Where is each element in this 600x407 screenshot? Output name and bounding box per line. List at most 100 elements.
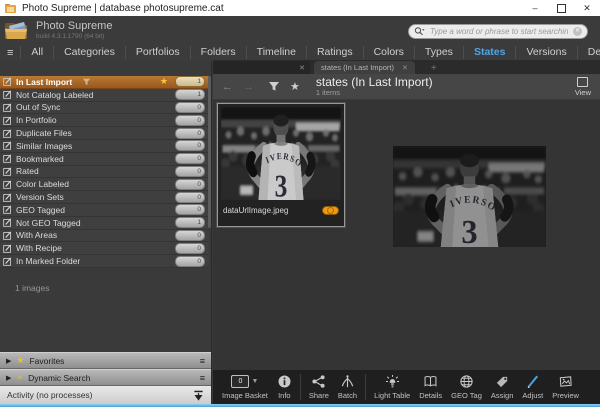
light-table-button[interactable]: Light Table bbox=[370, 370, 414, 404]
color-label-ring-icon bbox=[327, 207, 334, 214]
filter-row-not-catalog-labeled[interactable]: Not Catalog Labeled 1 bbox=[0, 89, 209, 102]
back-arrow-icon[interactable]: ← bbox=[222, 81, 233, 93]
count-badge: 0 bbox=[175, 166, 205, 177]
image-basket-button[interactable]: 0 ▼ Image Basket bbox=[218, 370, 272, 404]
filter-row-in-portfolio[interactable]: In Portfolio 0 bbox=[0, 114, 209, 127]
tab-categories[interactable]: Categories bbox=[53, 46, 125, 59]
edit-checkbox-icon[interactable] bbox=[3, 129, 12, 138]
filter-row-version-sets[interactable]: Version Sets 0 bbox=[0, 191, 209, 204]
preview-image[interactable] bbox=[393, 146, 546, 247]
favorites-panel-header[interactable]: ▶ ★ Favorites ≡ bbox=[0, 352, 211, 369]
edit-checkbox-icon[interactable] bbox=[3, 154, 12, 163]
filter-row-bookmarked[interactable]: Bookmarked 0 bbox=[0, 153, 209, 166]
count-badge: 0 bbox=[175, 230, 205, 241]
edit-checkbox-icon[interactable] bbox=[3, 90, 12, 99]
panel-menu-icon[interactable]: ≡ bbox=[200, 373, 205, 383]
filter-row-with-recipe[interactable]: With Recipe 0 bbox=[0, 242, 209, 255]
tab-colors[interactable]: Colors bbox=[363, 46, 414, 59]
share-button[interactable]: Share bbox=[305, 370, 333, 404]
thumbnail-grid: dataUrlImage.jpeg bbox=[213, 100, 600, 370]
filter-row-not-geo-tagged[interactable]: Not GEO Tagged 1 bbox=[0, 217, 209, 230]
count-badge: 1 bbox=[175, 217, 205, 228]
info-button[interactable]: Info bbox=[273, 370, 296, 404]
share-icon bbox=[311, 374, 326, 389]
filter-label: Not GEO Tagged bbox=[16, 218, 81, 228]
filter-label: In Portfolio bbox=[16, 115, 57, 125]
activity-collapse-icon[interactable] bbox=[193, 390, 204, 401]
view-button[interactable]: View bbox=[575, 77, 591, 97]
dynamic-search-panel-header[interactable]: ▶ ✳ Dynamic Search ≡ bbox=[0, 369, 211, 386]
maximize-button[interactable] bbox=[548, 0, 574, 16]
state-filter-list: In Last Import ★ 1 Not Catalog Labeled 1… bbox=[0, 76, 209, 268]
close-button[interactable]: ✕ bbox=[574, 0, 600, 16]
edit-checkbox-icon[interactable] bbox=[3, 167, 12, 176]
tab-types[interactable]: Types bbox=[414, 46, 463, 59]
favorite-icon[interactable]: ★ bbox=[290, 80, 300, 93]
forward-arrow-icon[interactable]: → bbox=[243, 81, 254, 93]
filter-row-in-marked-folder[interactable]: In Marked Folder 0 bbox=[0, 255, 209, 268]
filter-funnel-icon[interactable] bbox=[82, 78, 91, 86]
filter-row-in-last-import[interactable]: In Last Import ★ 1 bbox=[0, 76, 209, 89]
filter-row-similar-images[interactable]: Similar Images 0 bbox=[0, 140, 209, 153]
preview-button[interactable]: Preview bbox=[548, 370, 583, 404]
filter-row-color-labeled[interactable]: Color Labeled 0 bbox=[0, 178, 209, 191]
edit-checkbox-icon[interactable] bbox=[3, 77, 12, 86]
expand-arrow-icon[interactable]: ▶ bbox=[6, 357, 11, 365]
filter-label: Bookmarked bbox=[16, 154, 64, 164]
count-badge: 0 bbox=[175, 256, 205, 267]
edit-checkbox-icon[interactable] bbox=[3, 257, 12, 266]
edit-checkbox-icon[interactable] bbox=[3, 116, 12, 125]
filter-row-rated[interactable]: Rated 0 bbox=[0, 166, 209, 179]
filter-icon[interactable] bbox=[268, 81, 280, 92]
thumbnail-card-selected[interactable]: dataUrlImage.jpeg bbox=[217, 103, 345, 227]
adjust-button[interactable]: Adjust bbox=[518, 370, 547, 404]
collection-tab-active[interactable]: states (In Last Import) ✕ bbox=[314, 61, 415, 74]
sidebar-scrollbar[interactable] bbox=[208, 76, 211, 228]
edit-checkbox-icon[interactable] bbox=[3, 205, 12, 214]
tab-versions[interactable]: Versions bbox=[515, 46, 576, 59]
filter-row-with-areas[interactable]: With Areas 0 bbox=[0, 230, 209, 243]
tab-details[interactable]: Details bbox=[577, 46, 600, 59]
tab-ratings[interactable]: Ratings bbox=[306, 46, 363, 59]
expand-arrow-icon[interactable]: ▶ bbox=[6, 374, 11, 382]
edit-checkbox-icon[interactable] bbox=[3, 141, 12, 150]
light-table-icon bbox=[385, 374, 400, 389]
collection-tab-inactive[interactable]: ✕ bbox=[213, 61, 310, 74]
filter-row-out-of-sync[interactable]: Out of Sync 0 bbox=[0, 102, 209, 115]
tab-close-icon[interactable]: ✕ bbox=[299, 64, 305, 72]
view-button-label: View bbox=[575, 88, 591, 97]
edit-checkbox-icon[interactable] bbox=[3, 103, 12, 112]
assign-button[interactable]: Assign bbox=[487, 370, 518, 404]
tab-close-icon[interactable]: ✕ bbox=[402, 64, 408, 72]
minimize-button[interactable]: – bbox=[522, 0, 548, 16]
filter-label: Duplicate Files bbox=[16, 128, 72, 138]
search-box[interactable]: ✕ bbox=[408, 24, 588, 39]
batch-button[interactable]: Batch bbox=[334, 370, 361, 404]
edit-checkbox-icon[interactable] bbox=[3, 231, 12, 240]
thumbnail-image[interactable] bbox=[221, 107, 341, 200]
geo-tag-button[interactable]: GEO Tag bbox=[447, 370, 486, 404]
search-input[interactable] bbox=[428, 26, 570, 37]
color-label-badge[interactable] bbox=[322, 206, 339, 215]
tab-states[interactable]: States bbox=[463, 46, 516, 59]
brush-icon bbox=[525, 374, 540, 389]
edit-checkbox-icon[interactable] bbox=[3, 180, 12, 189]
tab-folders[interactable]: Folders bbox=[190, 46, 246, 59]
tab-all[interactable]: All bbox=[20, 46, 53, 59]
chevron-down-icon[interactable]: ▼ bbox=[251, 378, 258, 385]
menu-hamburger-icon[interactable]: ≡ bbox=[0, 47, 20, 59]
tab-timeline[interactable]: Timeline bbox=[246, 46, 306, 59]
edit-checkbox-icon[interactable] bbox=[3, 244, 12, 253]
details-button[interactable]: Details bbox=[415, 370, 446, 404]
count-badge: 0 bbox=[175, 243, 205, 254]
search-clear-icon[interactable]: ✕ bbox=[573, 27, 582, 36]
panel-menu-icon[interactable]: ≡ bbox=[200, 356, 205, 366]
favorite-star-icon[interactable]: ★ bbox=[160, 77, 168, 86]
new-tab-button[interactable]: + bbox=[431, 63, 437, 74]
tab-portfolios[interactable]: Portfolios bbox=[125, 46, 190, 59]
count-badge: 1 bbox=[175, 76, 205, 87]
filter-row-duplicate-files[interactable]: Duplicate Files 0 bbox=[0, 127, 209, 140]
edit-checkbox-icon[interactable] bbox=[3, 193, 12, 202]
filter-row-geo-tagged[interactable]: GEO Tagged 0 bbox=[0, 204, 209, 217]
edit-checkbox-icon[interactable] bbox=[3, 218, 12, 227]
